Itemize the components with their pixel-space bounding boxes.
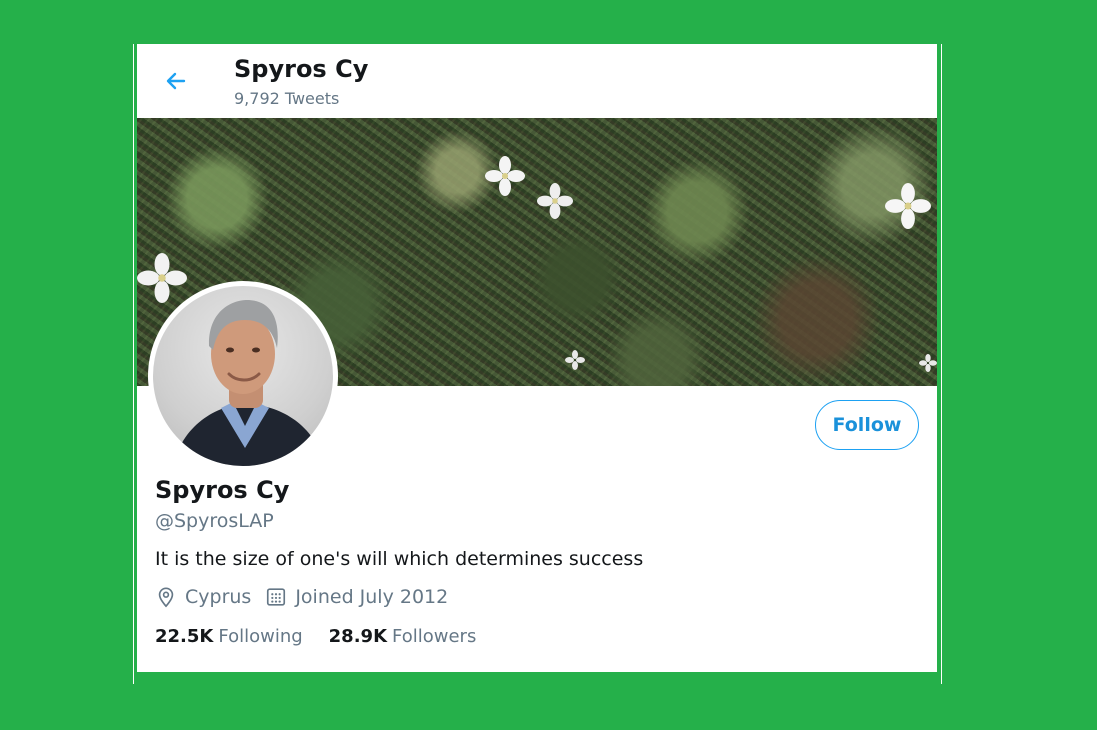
profile-name: Spyros Cy: [155, 476, 290, 504]
flower-decoration: [565, 350, 585, 370]
location-label: Cyprus: [185, 586, 252, 608]
frame-edge-left: [133, 44, 134, 684]
profile-stats: 22.5K Following 28.9K Followers: [155, 626, 502, 647]
tweet-count-label: Tweets: [284, 89, 340, 108]
avatar-portrait: [173, 300, 325, 466]
followers-label: Followers: [392, 626, 477, 647]
followers-link[interactable]: 28.9K Followers: [329, 626, 477, 647]
flower-decoration: [485, 156, 525, 196]
followers-count: 28.9K: [328, 626, 388, 647]
arrow-left-icon: [166, 72, 186, 90]
frame-edge-right: [941, 44, 942, 684]
back-button[interactable]: [159, 64, 193, 98]
flower-decoration: [919, 354, 937, 372]
following-label: Following: [218, 626, 303, 647]
calendar-icon: [267, 588, 286, 606]
following-link[interactable]: 22.5K Following: [155, 626, 303, 647]
profile-bio: It is the size of one's will which deter…: [155, 548, 644, 570]
tweet-count-value: 9,792: [234, 89, 280, 108]
location-pin-icon: [158, 587, 174, 608]
avatar[interactable]: [148, 281, 338, 471]
profile-meta: Cyprus Joined July 2012: [155, 586, 462, 608]
flower-decoration: [885, 183, 931, 229]
header-title: Spyros Cy: [234, 55, 369, 83]
tweet-count: 9,792 Tweets: [234, 89, 344, 108]
avatar-photo: [153, 286, 333, 466]
profile-handle: @SpyrosLAP: [155, 510, 274, 532]
flower-decoration: [137, 253, 187, 303]
follow-button[interactable]: Follow: [815, 400, 919, 450]
profile-header: Spyros Cy 9,792 Tweets: [137, 44, 937, 118]
location-item: Cyprus: [155, 586, 251, 608]
profile-card: Spyros Cy 9,792 Tweets Follow Spyros Cy …: [137, 44, 937, 672]
following-count: 22.5K: [155, 626, 214, 647]
flower-decoration: [537, 183, 573, 219]
joined-label: Joined July 2012: [295, 586, 449, 608]
joined-item: Joined July 2012: [265, 586, 448, 608]
